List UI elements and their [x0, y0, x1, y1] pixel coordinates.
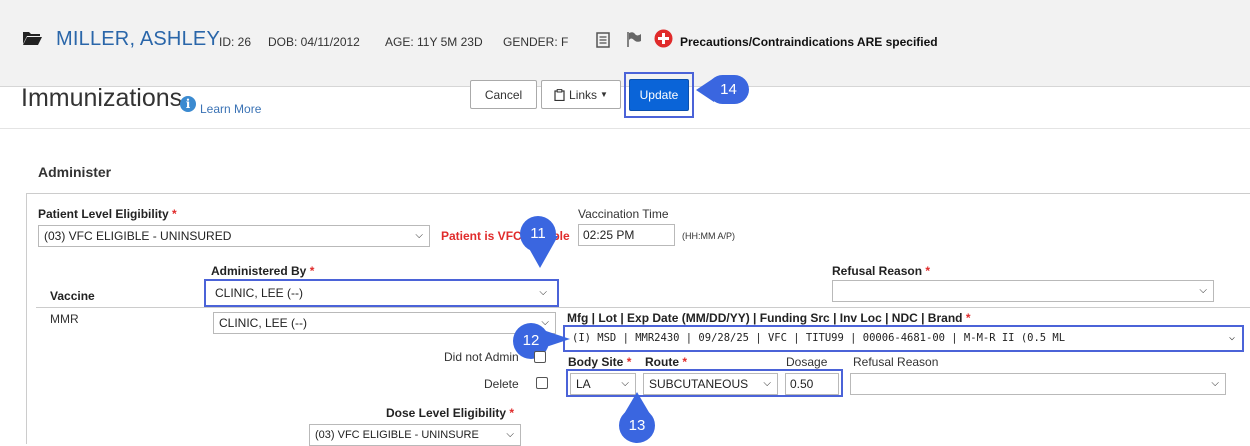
- section-title: Administer: [38, 164, 112, 180]
- administered-by-select[interactable]: CLINIC, LEE (--) ⌵: [210, 283, 553, 305]
- callout-11: 11: [520, 216, 556, 252]
- did-not-admin-checkbox[interactable]: [534, 351, 546, 363]
- vaccination-time-input[interactable]: 02:25 PM: [578, 224, 675, 246]
- links-dropdown-button[interactable]: Links ▼: [541, 80, 621, 109]
- route-select[interactable]: SUBCUTANEOUS ⌵: [643, 373, 778, 395]
- cancel-button[interactable]: Cancel: [470, 80, 537, 109]
- delete-checkbox[interactable]: [536, 377, 548, 389]
- chevron-down-icon: ⌵: [621, 378, 629, 389]
- info-icon[interactable]: i: [180, 96, 196, 112]
- row-refusal-reason-select[interactable]: ⌵: [850, 373, 1226, 395]
- route-label: Route *: [645, 355, 688, 369]
- learn-more-link[interactable]: Learn More: [200, 102, 261, 116]
- page-title: Immunizations: [21, 84, 183, 112]
- vaccine-name[interactable]: MMR: [50, 312, 79, 326]
- body-site-label: Body Site *: [568, 355, 632, 369]
- vaccination-time-hint: (HH:MM A/P): [682, 231, 735, 241]
- row-divider: [36, 307, 1250, 308]
- patient-age: AGE: 11Y 5M 23D: [385, 35, 483, 49]
- update-button[interactable]: Update: [629, 79, 689, 111]
- chevron-down-icon: ⌵: [415, 230, 423, 241]
- chevron-down-icon: ⌵: [1211, 378, 1219, 389]
- administered-by-label: Administered By *: [211, 264, 315, 278]
- delete-label: Delete: [484, 377, 519, 391]
- vaccine-column-header: Vaccine: [50, 289, 95, 303]
- cancel-label: Cancel: [484, 87, 523, 102]
- alert-plus-icon[interactable]: [654, 29, 673, 48]
- chevron-down-icon: ⌵: [1228, 332, 1235, 343]
- vfc-status-text: Patient is VFC: [441, 229, 522, 243]
- refusal-reason-label: Refusal Reason *: [832, 264, 931, 278]
- notes-icon[interactable]: [596, 32, 610, 48]
- chevron-down-icon: ⌵: [506, 429, 514, 440]
- dosage-input[interactable]: 0.50: [785, 373, 839, 395]
- clipboard-icon: [554, 88, 565, 101]
- flag-icon[interactable]: [626, 31, 642, 48]
- patient-name[interactable]: MILLER, ASHLEY: [56, 28, 220, 51]
- patient-id: ID: 26: [219, 35, 252, 49]
- refusal-reason-select[interactable]: ⌵: [832, 280, 1214, 302]
- caret-down-icon: ▼: [600, 90, 608, 99]
- did-not-admin-label: Did not Admin: [444, 350, 519, 364]
- precautions-text: Precautions/Contraindications ARE specif…: [680, 35, 938, 49]
- callout-14: 14: [708, 75, 749, 104]
- update-label: Update: [639, 88, 679, 102]
- mfg-lot-select[interactable]: (I) MSD | MMR2430 | 09/28/25 | VFC | TIT…: [567, 328, 1241, 350]
- patient-dob: DOB: 04/11/2012: [268, 35, 360, 49]
- patient-eligibility-select[interactable]: (03) VFC ELIGIBLE - UNINSURED ⌵: [38, 225, 430, 247]
- chevron-down-icon: ⌵: [1199, 285, 1207, 296]
- dose-eligibility-label: Dose Level Eligibility *: [386, 406, 515, 420]
- chevron-down-icon: ⌵: [539, 287, 547, 298]
- vaccination-time-label: Vaccination Time: [578, 207, 669, 221]
- row-administered-by-select[interactable]: CLINIC, LEE (--) ⌵: [213, 312, 556, 334]
- dosage-label: Dosage: [786, 355, 828, 369]
- mfg-lot-label: Mfg | Lot | Exp Date (MM/DD/YY) | Fundin…: [567, 311, 971, 325]
- chevron-down-icon: ⌵: [763, 378, 771, 389]
- callout-13: 13: [619, 408, 655, 443]
- folder-icon[interactable]: [22, 30, 42, 46]
- patient-eligibility-label: Patient Level Eligibility *: [38, 207, 177, 221]
- title-divider: [0, 128, 1250, 129]
- patient-gender: GENDER: F: [503, 35, 569, 49]
- links-label: Links: [569, 87, 598, 102]
- row-refusal-reason-label: Refusal Reason: [853, 355, 939, 369]
